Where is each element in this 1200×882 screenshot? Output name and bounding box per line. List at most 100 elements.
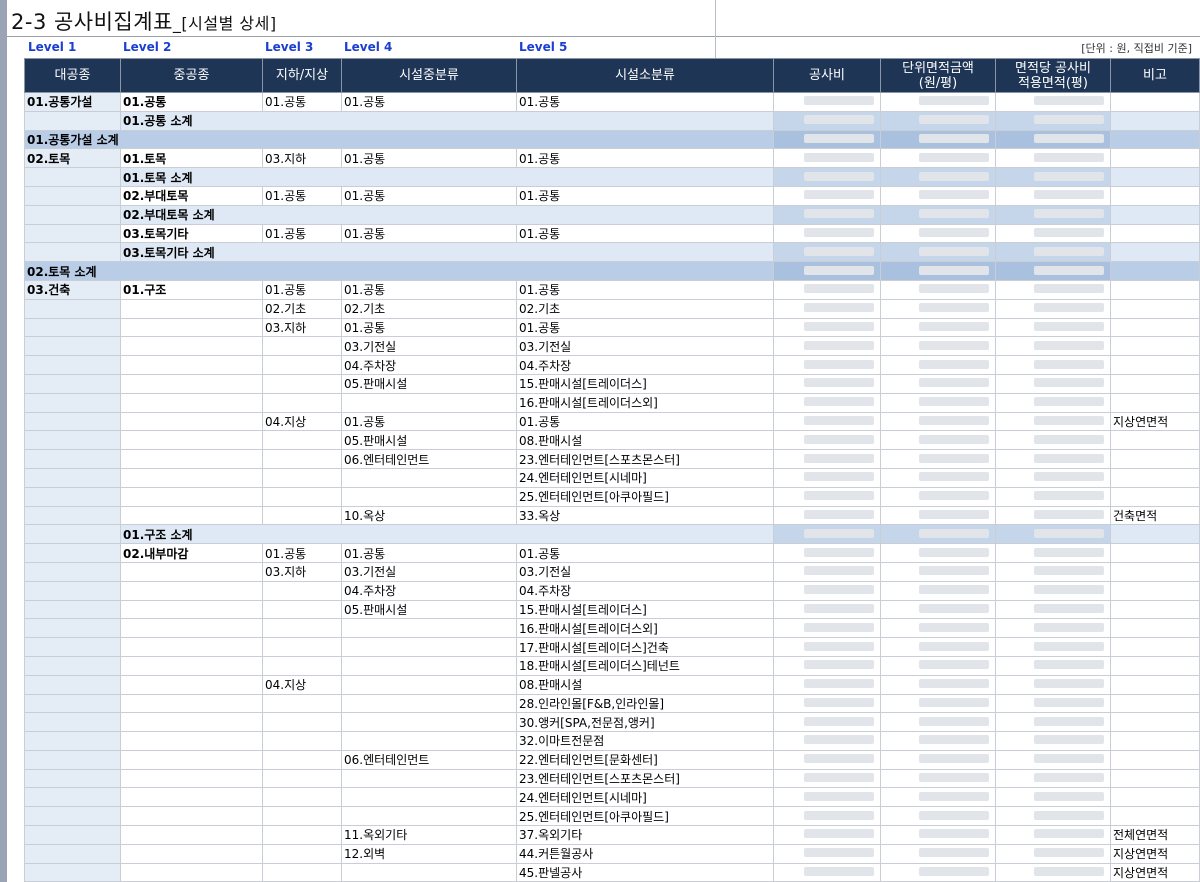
level-1-cell[interactable] xyxy=(24,242,121,263)
redacted-amount-cell[interactable] xyxy=(995,185,1111,206)
level-4-cell[interactable]: 11.옥외기타 xyxy=(341,825,517,845)
level-4-cell[interactable] xyxy=(341,486,517,507)
subtotal-row-label[interactable]: 02.부대토목 소계 xyxy=(120,204,774,225)
column-header[interactable]: 단위면적금액 (원/평) xyxy=(880,58,996,93)
level-3-cell[interactable] xyxy=(262,467,342,488)
level-1-cell[interactable]: 03.건축 xyxy=(24,279,121,300)
level-4-cell[interactable]: 01.공통 xyxy=(341,148,517,169)
redacted-amount-cell[interactable] xyxy=(995,392,1111,413)
level-2-cell[interactable] xyxy=(120,618,263,639)
redacted-amount-cell[interactable] xyxy=(773,261,881,281)
level-2-cell[interactable] xyxy=(120,862,263,882)
redacted-amount-cell[interactable] xyxy=(995,768,1111,789)
level-5-cell[interactable]: 01.공통 xyxy=(516,317,774,338)
level-1-cell[interactable] xyxy=(24,637,121,657)
note-cell[interactable]: 지상연면적 xyxy=(1110,411,1200,432)
level-2-cell[interactable] xyxy=(120,561,263,582)
level-5-cell[interactable]: 04.주차장 xyxy=(516,580,774,601)
redacted-amount-cell[interactable] xyxy=(773,524,881,545)
level-2-cell[interactable] xyxy=(120,298,263,319)
level-2-cell[interactable] xyxy=(120,731,263,751)
level-4-cell[interactable]: 03.기전실 xyxy=(341,561,517,582)
redacted-amount-cell[interactable] xyxy=(773,505,881,526)
level-3-cell[interactable] xyxy=(262,637,342,657)
redacted-amount-cell[interactable] xyxy=(880,167,996,187)
redacted-amount-cell[interactable] xyxy=(995,148,1111,169)
level-3-cell[interactable]: 01.공통 xyxy=(262,223,342,244)
redacted-amount-cell[interactable] xyxy=(880,92,996,112)
redacted-amount-cell[interactable] xyxy=(773,223,881,244)
level-2-cell[interactable] xyxy=(120,637,263,657)
redacted-amount-cell[interactable] xyxy=(995,204,1111,225)
redacted-amount-cell[interactable] xyxy=(880,430,996,451)
redacted-amount-cell[interactable] xyxy=(773,712,881,733)
note-cell[interactable] xyxy=(1110,185,1200,206)
redacted-amount-cell[interactable] xyxy=(995,825,1111,845)
note-cell[interactable] xyxy=(1110,787,1200,808)
level-4-cell[interactable] xyxy=(341,467,517,488)
level-5-cell[interactable]: 25.엔터테인먼트[아쿠아필드] xyxy=(516,806,774,827)
level-4-cell[interactable]: 01.공통 xyxy=(341,411,517,432)
level-3-cell[interactable]: 04.지상 xyxy=(262,411,342,432)
column-header[interactable]: 공사비 xyxy=(773,58,881,93)
level-4-cell[interactable]: 02.기초 xyxy=(341,298,517,319)
level-2-cell[interactable] xyxy=(120,787,263,808)
redacted-amount-cell[interactable] xyxy=(880,618,996,639)
level-1-cell[interactable] xyxy=(24,505,121,526)
note-cell[interactable] xyxy=(1110,749,1200,770)
redacted-amount-cell[interactable] xyxy=(880,486,996,507)
redacted-amount-cell[interactable] xyxy=(995,167,1111,187)
level-4-cell[interactable]: 05.판매시설 xyxy=(341,599,517,620)
level-4-cell[interactable]: 04.주차장 xyxy=(341,580,517,601)
level-1-cell[interactable] xyxy=(24,768,121,789)
redacted-amount-cell[interactable] xyxy=(773,731,881,751)
note-cell[interactable] xyxy=(1110,373,1200,394)
level-3-cell[interactable]: 01.공통 xyxy=(262,279,342,300)
redacted-amount-cell[interactable] xyxy=(995,543,1111,563)
redacted-amount-cell[interactable] xyxy=(880,242,996,263)
redacted-amount-cell[interactable] xyxy=(773,242,881,263)
level-5-cell[interactable]: 01.공통 xyxy=(516,148,774,169)
level-2-cell[interactable] xyxy=(120,486,263,507)
subtotal-row-label[interactable]: 01.토목 소계 xyxy=(120,167,774,187)
redacted-amount-cell[interactable] xyxy=(880,449,996,469)
redacted-amount-cell[interactable] xyxy=(773,411,881,432)
redacted-amount-cell[interactable] xyxy=(880,392,996,413)
level-1-cell[interactable] xyxy=(24,749,121,770)
level-3-cell[interactable] xyxy=(262,486,342,507)
level-5-cell[interactable]: 01.공통 xyxy=(516,185,774,206)
redacted-amount-cell[interactable] xyxy=(995,580,1111,601)
redacted-amount-cell[interactable] xyxy=(880,355,996,375)
note-cell[interactable]: 지상연면적 xyxy=(1110,843,1200,864)
level-1-cell[interactable] xyxy=(24,185,121,206)
note-cell[interactable] xyxy=(1110,524,1200,545)
level-3-cell[interactable] xyxy=(262,712,342,733)
note-cell[interactable] xyxy=(1110,655,1200,676)
level-5-cell[interactable]: 04.주차장 xyxy=(516,355,774,375)
note-cell[interactable] xyxy=(1110,543,1200,563)
redacted-amount-cell[interactable] xyxy=(880,712,996,733)
redacted-amount-cell[interactable] xyxy=(880,580,996,601)
level-1-cell[interactable] xyxy=(24,411,121,432)
redacted-amount-cell[interactable] xyxy=(773,862,881,882)
redacted-amount-cell[interactable] xyxy=(880,543,996,563)
redacted-amount-cell[interactable] xyxy=(995,449,1111,469)
redacted-amount-cell[interactable] xyxy=(995,561,1111,582)
level-1-cell[interactable] xyxy=(24,787,121,808)
total-row-label[interactable]: 01.공통가설 소계 xyxy=(24,129,774,150)
level-4-cell[interactable] xyxy=(341,768,517,789)
note-cell[interactable] xyxy=(1110,467,1200,488)
level-4-cell[interactable] xyxy=(341,655,517,676)
level-3-cell[interactable] xyxy=(262,843,342,864)
level-1-cell[interactable] xyxy=(24,430,121,451)
level-4-cell[interactable]: 05.판매시설 xyxy=(341,373,517,394)
redacted-amount-cell[interactable] xyxy=(995,693,1111,714)
level-1-cell[interactable] xyxy=(24,355,121,375)
level-4-cell[interactable]: 01.공통 xyxy=(341,279,517,300)
level-1-cell[interactable] xyxy=(24,599,121,620)
redacted-amount-cell[interactable] xyxy=(880,862,996,882)
level-1-cell[interactable]: 02.토목 xyxy=(24,148,121,169)
note-cell[interactable] xyxy=(1110,392,1200,413)
level-1-cell[interactable] xyxy=(24,843,121,864)
redacted-amount-cell[interactable] xyxy=(995,279,1111,300)
